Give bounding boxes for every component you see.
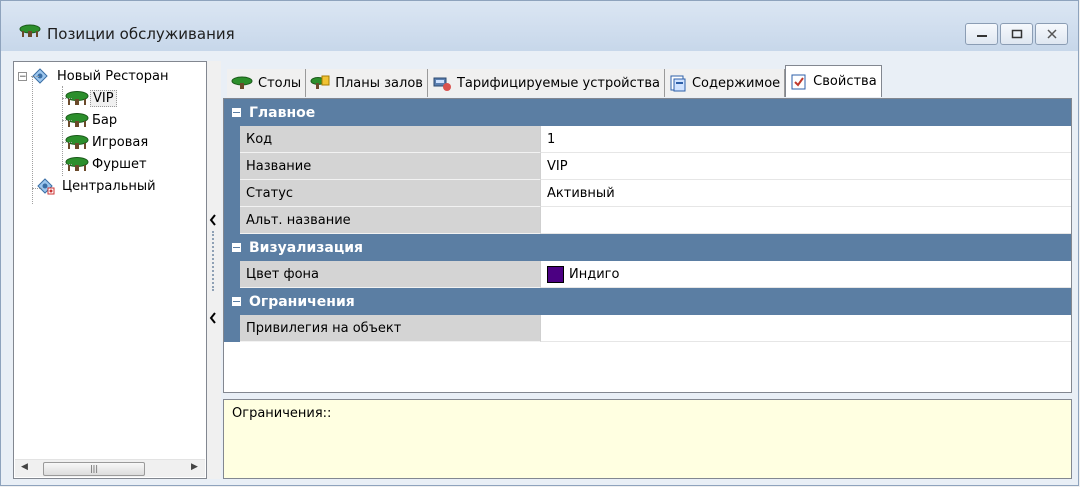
category-main[interactable]: Главное [224, 99, 1071, 126]
table-icon [231, 76, 253, 89]
property-row-alt-name[interactable]: Альт. название [224, 207, 1071, 234]
main-window: Позиции обслуживания − Новый Ресторан VI… [0, 0, 1079, 486]
collapse-icon[interactable]: − [18, 71, 27, 81]
property-value[interactable]: Активный [540, 180, 1071, 207]
property-value[interactable]: VIP [540, 153, 1071, 180]
property-grid[interactable]: Главное Код 1 Название VIP Статус Активн… [223, 98, 1072, 393]
scroll-right-icon[interactable]: ▶ [191, 462, 198, 472]
tree-item-label: Фуршет [92, 156, 147, 172]
tab-label: Планы залов [335, 75, 423, 91]
description-panel: Ограничения:: [223, 399, 1072, 479]
tree-item-label: Игровая [92, 134, 149, 150]
panel-splitter[interactable] [207, 61, 221, 479]
property-name: Название [240, 153, 540, 180]
property-value[interactable]: 1 [540, 126, 1071, 153]
tree-item-buffet[interactable]: Фуршет [62, 154, 149, 174]
category-visual[interactable]: Визуализация [224, 234, 1071, 261]
property-row-bg-color[interactable]: Цвет фона Индиго [224, 261, 1071, 288]
collapse-icon[interactable] [232, 297, 241, 306]
category-title: Визуализация [249, 239, 364, 256]
tree-item-label: Бар [92, 112, 118, 128]
tab-label: Тарифицируемые устройства [456, 75, 660, 91]
property-name: Цвет фона [240, 261, 540, 288]
tree-item-game[interactable]: Игровая [62, 132, 150, 152]
color-swatch [547, 265, 564, 283]
title-bar: Позиции обслуживания [1, 1, 1078, 51]
tab-content[interactable]: Содержимое [664, 69, 786, 97]
tab-properties[interactable]: Свойства [785, 65, 882, 97]
property-row-name[interactable]: Название VIP [224, 153, 1071, 180]
content-icon [670, 75, 686, 92]
property-value[interactable] [540, 207, 1071, 234]
tree-item-bar[interactable]: Бар [62, 110, 119, 130]
property-name: Привилегия на объект [240, 315, 540, 342]
restaurant-icon [37, 178, 55, 195]
tree-item-label: Новый Ресторан [57, 68, 169, 84]
description-text: Ограничения:: [232, 406, 332, 421]
collapse-left-icon[interactable] [208, 311, 218, 325]
tree-item-label: Центральный [62, 178, 156, 194]
property-row-status[interactable]: Статус Активный [224, 180, 1071, 207]
property-row-privilege[interactable]: Привилегия на объект [224, 315, 1071, 342]
table-icon [19, 24, 41, 37]
maximize-icon [1011, 29, 1022, 39]
tree-item-central[interactable]: Центральный [32, 176, 158, 196]
category-restrictions[interactable]: Ограничения [224, 288, 1071, 315]
billing-device-icon [433, 77, 451, 91]
maximize-button[interactable] [1000, 23, 1033, 45]
scroll-left-icon[interactable]: ◀ [21, 462, 28, 472]
floor-plan-icon [310, 75, 330, 89]
minimize-icon [976, 35, 987, 37]
tree-item-root[interactable]: − Новый Ресторан [18, 66, 170, 86]
property-name: Код [240, 126, 540, 153]
tree-item-vip[interactable]: VIP [62, 88, 117, 108]
collapse-left-icon[interactable] [208, 213, 218, 227]
minimize-button[interactable] [965, 23, 998, 45]
property-row-code[interactable]: Код 1 [224, 126, 1071, 153]
collapse-icon[interactable] [232, 243, 241, 252]
tab-billing-devices[interactable]: Тарифицируемые устройства [427, 69, 665, 97]
properties-icon [791, 74, 806, 89]
close-icon [1046, 29, 1057, 39]
horizontal-scrollbar[interactable]: ◀ ||| ▶ [15, 459, 205, 477]
property-value[interactable]: Индиго [540, 261, 1071, 288]
collapse-icon[interactable] [232, 108, 241, 117]
close-button[interactable] [1035, 23, 1068, 45]
property-name: Альт. название [240, 207, 540, 234]
tree-item-label: VIP [90, 89, 117, 107]
property-value[interactable] [540, 315, 1071, 342]
tab-floor-plans[interactable]: Планы залов [306, 69, 428, 97]
category-title: Главное [249, 104, 316, 121]
color-name: Индиго [569, 266, 620, 282]
category-title: Ограничения [249, 293, 355, 310]
tab-label: Содержимое [691, 75, 781, 91]
window-title: Позиции обслуживания [47, 25, 235, 43]
tab-label: Свойства [813, 74, 877, 89]
scroll-thumb[interactable]: ||| [43, 462, 145, 476]
tab-label: Столы [258, 75, 302, 91]
property-name: Статус [240, 180, 540, 207]
tab-strip: Столы Планы залов Тарифицируемые устройс… [227, 63, 882, 97]
location-tree[interactable]: − Новый Ресторан VIP Бар Игровая Фуршет … [13, 61, 207, 479]
tab-tables[interactable]: Столы [227, 69, 307, 97]
